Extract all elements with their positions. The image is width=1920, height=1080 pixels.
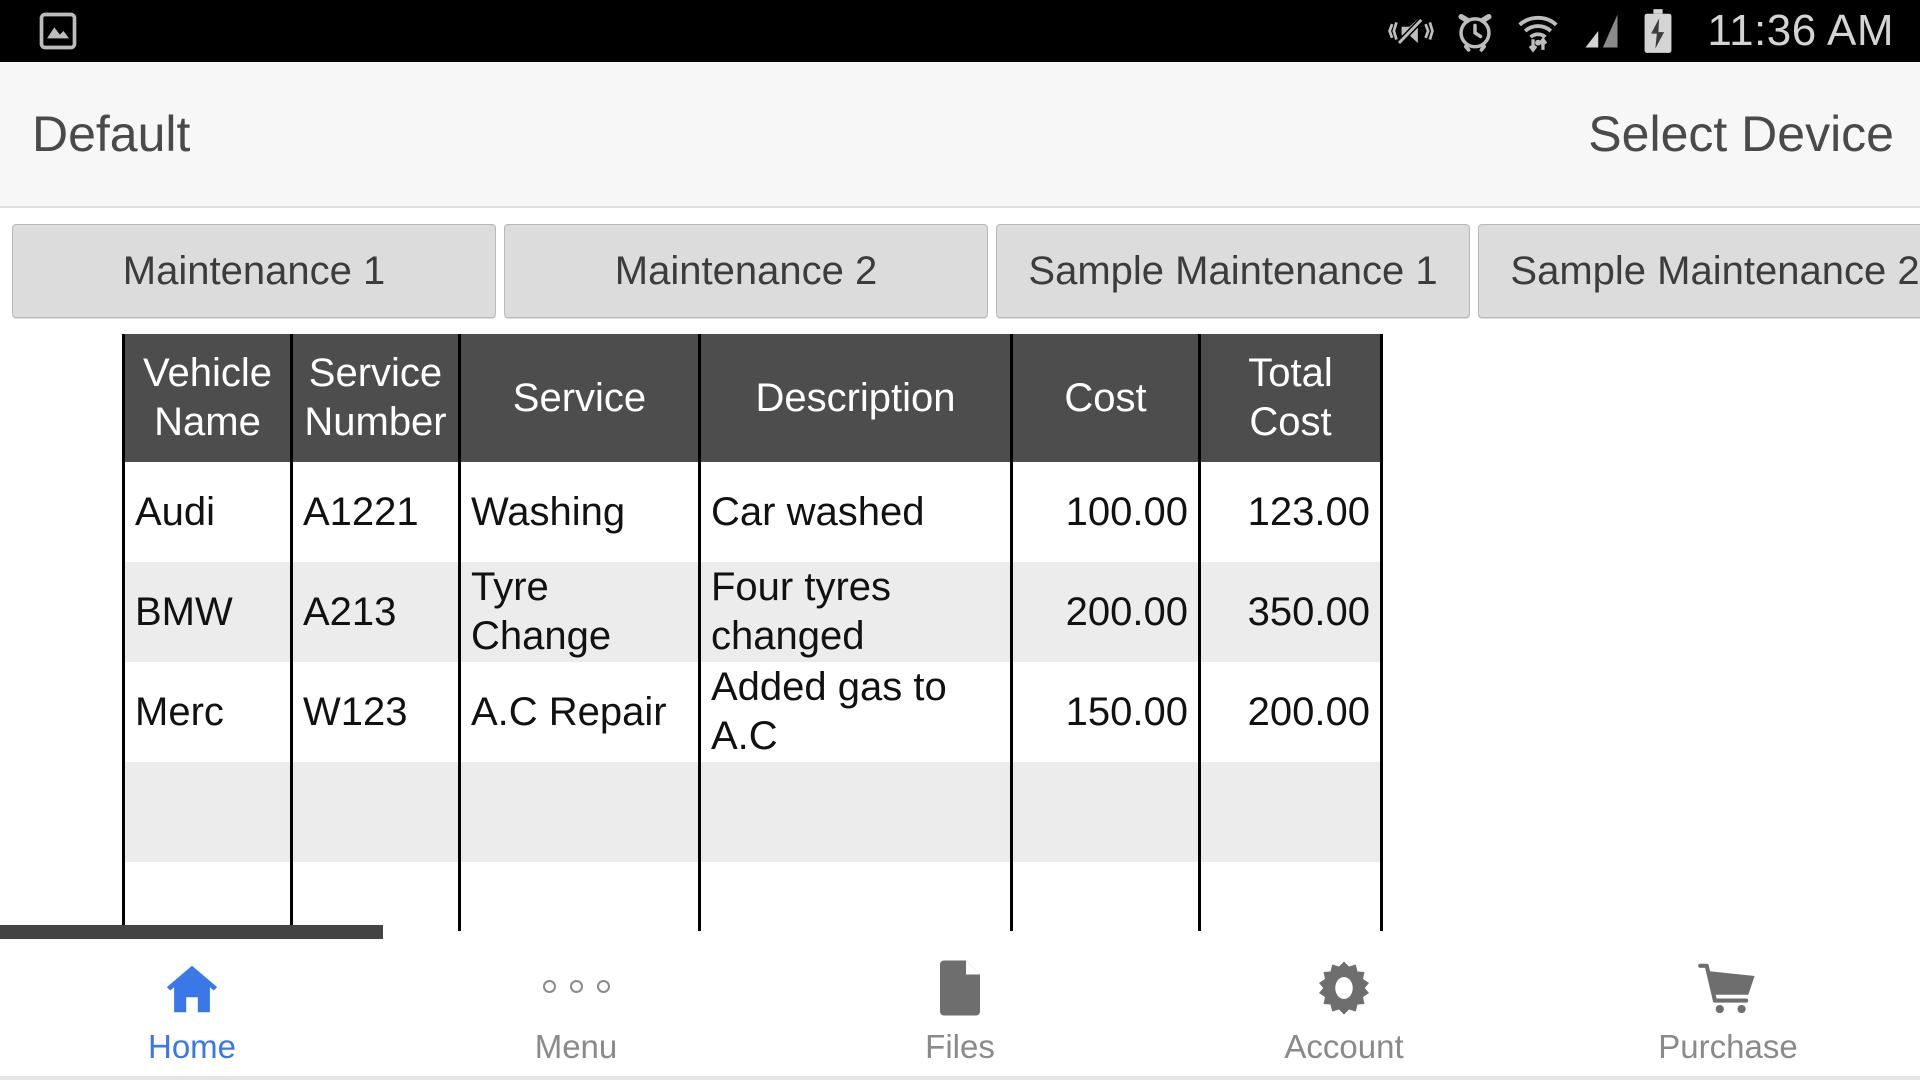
android-status-bar: 11:36 AM <box>0 0 1920 62</box>
cell-total-cost <box>1198 862 1383 931</box>
nav-label-menu: Menu <box>534 1028 618 1065</box>
table-row[interactable] <box>122 762 1383 862</box>
cell-service-number: A213 <box>290 562 461 662</box>
table-header-row: Vehicle Name Service Number Service Desc… <box>122 334 1383 462</box>
dot-2 <box>569 979 583 993</box>
bottom-navigation-bar: Home Menu Files Account Purchase <box>0 939 1920 1080</box>
nav-item-files[interactable]: Files <box>768 940 1152 1080</box>
cell-vehicle-name: Audi <box>122 462 293 562</box>
gear-icon <box>1314 954 1374 1018</box>
cell-total-cost: 123.00 <box>1198 462 1383 562</box>
cell-description: Added gas to A.C <box>698 662 1013 762</box>
column-header-cost: Cost <box>1010 334 1201 462</box>
tab-maintenance-2[interactable]: Maintenance 2 <box>504 224 988 318</box>
image-icon <box>36 9 80 53</box>
cell-service: Washing <box>458 462 701 562</box>
column-header-vehicle-name-line1: Vehicle <box>143 351 272 396</box>
nav-item-purchase[interactable]: Purchase <box>1536 940 1920 1080</box>
status-bar-clock: 11:36 AM <box>1707 6 1894 55</box>
more-dots-group <box>542 954 610 1018</box>
table-header: Vehicle Name Service Number Service Desc… <box>122 334 1383 462</box>
cell-total-cost <box>1198 762 1383 862</box>
cell-service-number <box>290 862 461 931</box>
cell-service <box>458 762 701 862</box>
cell-description <box>698 862 1013 931</box>
column-header-vehicle-name: Vehicle Name <box>122 334 293 462</box>
column-header-vehicle-name-line2: Name <box>154 400 261 444</box>
status-bar-right-icons: 11:36 AM <box>1387 8 1920 54</box>
cell-cost <box>1010 862 1201 931</box>
cell-cost: 100.00 <box>1010 462 1201 562</box>
nav-label-files: Files <box>925 1028 995 1065</box>
cell-total-cost: 350.00 <box>1198 562 1383 662</box>
tab-maintenance-1[interactable]: Maintenance 1 <box>12 224 496 318</box>
battery-charging-icon <box>1641 8 1675 54</box>
cell-total-cost: 200.00 <box>1198 662 1383 762</box>
more-dots-icon <box>542 954 610 1018</box>
cell-service: Tyre Change <box>458 562 701 662</box>
cell-service <box>458 862 701 931</box>
horizontal-scrollbar-thumb[interactable] <box>0 925 383 939</box>
nav-label-home: Home <box>147 1028 237 1065</box>
cart-icon <box>1696 954 1760 1018</box>
tab-sample-maintenance-2[interactable]: Sample Maintenance 2 <box>1478 224 1920 318</box>
cell-cost <box>1010 762 1201 862</box>
bottom-divider <box>0 1076 1920 1080</box>
cell-vehicle-name <box>122 762 293 862</box>
alarm-clock-icon <box>1453 9 1497 53</box>
table-body: Audi A1221 Washing Car washed 100.00 123… <box>122 462 1383 931</box>
cell-service-number: A1221 <box>290 462 461 562</box>
cell-service: A.C Repair <box>458 662 701 762</box>
horizontal-scrollbar[interactable] <box>0 925 1920 939</box>
cell-description: Car washed <box>698 462 1013 562</box>
column-header-service-number: Service Number <box>290 334 461 462</box>
app-root: 11:36 AM Default Select Device Maintenan… <box>0 0 1920 1080</box>
table-row[interactable]: BMW A213 Tyre Change Four tyres changed … <box>122 562 1383 662</box>
wifi-data-transfer-icon <box>1515 9 1561 53</box>
cell-cost: 200.00 <box>1010 562 1201 662</box>
cell-service-number <box>290 762 461 862</box>
column-header-description: Description <box>698 334 1013 462</box>
maintenance-tab-strip[interactable]: Maintenance 1 Maintenance 2 Sample Maint… <box>0 208 1920 334</box>
column-header-total-cost: Total Cost <box>1198 334 1383 462</box>
nav-item-home[interactable]: Home <box>0 940 384 1080</box>
app-header: Default Select Device <box>0 62 1920 208</box>
table-row[interactable]: Merc W123 A.C Repair Added gas to A.C 15… <box>122 662 1383 762</box>
cell-vehicle-name <box>122 862 293 931</box>
cell-description: Four tyres changed <box>698 562 1013 662</box>
table-row[interactable] <box>122 862 1383 931</box>
tab-sample-maintenance-1[interactable]: Sample Maintenance 1 <box>996 224 1470 318</box>
status-bar-left-icons <box>0 9 80 53</box>
column-header-service: Service <box>458 334 701 462</box>
cellular-signal-icon <box>1579 9 1623 53</box>
maintenance-table: Vehicle Name Service Number Service Desc… <box>122 334 1383 931</box>
maintenance-table-container[interactable]: Vehicle Name Service Number Service Desc… <box>0 334 1920 931</box>
nav-label-purchase: Purchase <box>1658 1028 1798 1065</box>
dot-1 <box>542 979 556 993</box>
column-header-service-number-line2: Number <box>304 400 447 444</box>
cell-vehicle-name: Merc <box>122 662 293 762</box>
cell-service-number: W123 <box>290 662 461 762</box>
nav-label-account: Account <box>1284 1028 1404 1065</box>
cell-vehicle-name: BMW <box>122 562 293 662</box>
table-row[interactable]: Audi A1221 Washing Car washed 100.00 123… <box>122 462 1383 562</box>
select-device-button[interactable]: Select Device <box>1588 105 1920 163</box>
document-icon <box>934 954 986 1018</box>
column-header-service-number-line1: Service <box>308 351 443 396</box>
nav-item-account[interactable]: Account <box>1152 940 1536 1080</box>
cell-description <box>698 762 1013 862</box>
vibrate-mute-icon <box>1387 9 1435 53</box>
nav-item-menu[interactable]: Menu <box>384 940 768 1080</box>
dot-3 <box>596 979 610 993</box>
cell-cost: 150.00 <box>1010 662 1201 762</box>
page-title: Default <box>32 106 191 162</box>
home-icon <box>161 954 223 1018</box>
